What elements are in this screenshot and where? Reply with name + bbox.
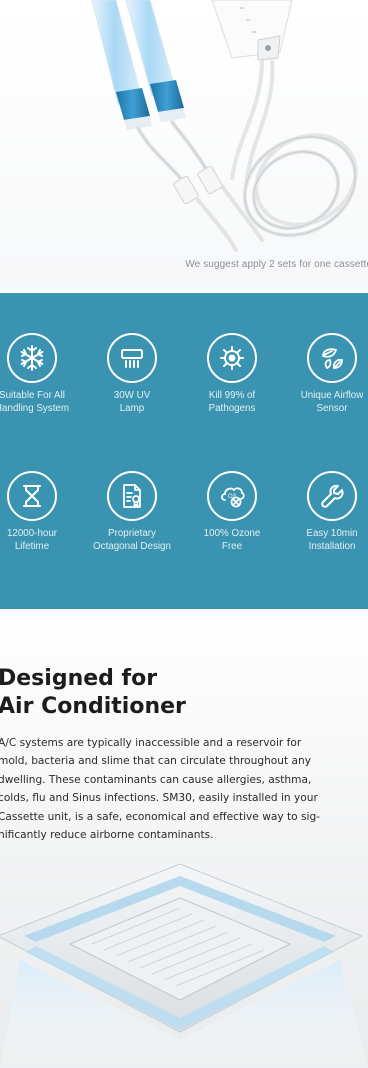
- feature-label: Suitable For All: [0, 390, 65, 401]
- description-line: Cassette unit, is a safe, economical and…: [0, 810, 321, 823]
- feature-airflow-sensor: Unique Airflow Sensor: [277, 333, 368, 415]
- uv-lamp-product-image: [91, 0, 358, 252]
- description-line: dwelling. These contaminants can cause a…: [0, 773, 312, 786]
- feature-uv-lamp: 30W UV Lamp: [77, 333, 187, 415]
- section-heading: Designed for Air Conditioner: [0, 665, 186, 721]
- feature-octagonal-design: Proprietary Octagonal Design: [77, 471, 187, 553]
- air-conditioner-section: Designed for Air Conditioner A/C systems…: [0, 609, 368, 1068]
- feature-all-handling: Suitable For All Handling System: [0, 333, 87, 415]
- feature-label: Sensor: [316, 403, 348, 414]
- pathogen-icon: [207, 333, 257, 383]
- feature-kill-pathogens: Kill 99% of Pathogens: [177, 333, 287, 415]
- feature-label: Lifetime: [14, 541, 50, 552]
- document-badge-icon: [107, 471, 157, 521]
- product-photo: We suggest apply 2 sets for one cassette: [0, 0, 368, 290]
- cassette-ac-image: [0, 864, 368, 1068]
- section-description: A/C systems are typically inaccessible a…: [0, 734, 368, 844]
- hourglass-icon: [7, 471, 57, 521]
- description-line: A/C systems are typically inaccessible a…: [0, 737, 302, 749]
- wrench-icon: [307, 471, 357, 521]
- feature-label: Handling System: [0, 403, 70, 414]
- feature-label: Unique Airflow: [300, 390, 364, 401]
- feature-label: Octagonal Design: [93, 541, 171, 552]
- feature-easy-installation: Easy 10min Installation: [277, 471, 368, 553]
- feature-label: Free: [221, 541, 243, 552]
- description-line: colds, flu and Sinus infections. SM30, e…: [0, 792, 318, 805]
- feature-label: Installation: [308, 541, 356, 552]
- description-line: mold, bacteria and slime that can circul…: [0, 755, 311, 768]
- ozone-free-icon: O3: [207, 471, 257, 521]
- feature-band: Suitable For All Handling System 30W UV La…: [0, 293, 368, 609]
- feature-label: Proprietary: [108, 528, 156, 539]
- heading-line: Designed for: [0, 666, 158, 691]
- description-line: nificantly reduce airborne contaminants.: [0, 829, 214, 842]
- feature-lifetime: 12000-hour Lifetime: [0, 471, 87, 553]
- feature-label: Lamp: [119, 403, 145, 414]
- feature-label: Pathogens: [208, 403, 256, 414]
- leaf-sensor-icon: [307, 333, 357, 383]
- snowflake-icon: [7, 333, 57, 383]
- feature-label: Kill 99% of: [208, 390, 256, 401]
- feature-label: 30W UV: [113, 390, 151, 401]
- heading-line: Air Conditioner: [0, 694, 186, 719]
- installation-suggestion: We suggest apply 2 sets for one cassette: [185, 259, 368, 270]
- feature-ozone-free: O3 100% Ozone Free: [177, 471, 287, 553]
- feature-label: 100% Ozone: [203, 528, 261, 539]
- feature-label: 12000-hour: [6, 528, 58, 539]
- uv-lamp-icon: [107, 333, 157, 383]
- feature-label: Easy 10min: [306, 528, 358, 539]
